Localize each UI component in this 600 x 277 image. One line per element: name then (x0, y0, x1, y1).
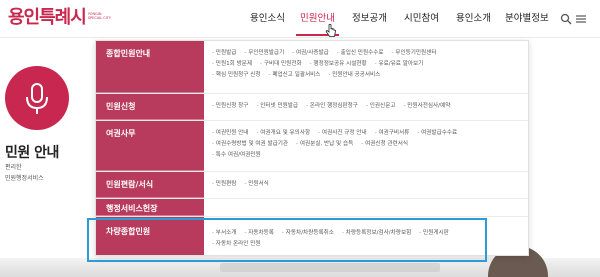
dropdown-link[interactable]: 여권민원 안내 (212, 128, 249, 136)
dropdown-link[interactable]: 민원신청 창구 (212, 101, 249, 109)
microphone-icon (26, 83, 48, 114)
dropdown-link[interactable]: 민원사전심사/예약 (404, 101, 450, 109)
dropdown-category-label: 민원편람/서식 (106, 180, 154, 189)
dropdown-link[interactable]: 여권발급수수료 (417, 128, 457, 136)
dropdown-row-application: 민원신청 민원신청 창구 인터넷 민원발급 온라인 행정심판청구 인권신문고 민… (96, 94, 528, 121)
dropdown-category-label: 민원신청 (106, 102, 136, 111)
dropdown-links: 민원편람 민원서식 (212, 177, 524, 188)
dropdown-row-handbook: 민원편람/서식 민원편람 민원서식 (96, 172, 528, 199)
dropdown-link[interactable]: 민원서식 (244, 179, 269, 187)
dropdown-link[interactable]: 행정정보공유 시설현황 (310, 59, 366, 67)
nav-item-participation[interactable]: 시민참여 (404, 0, 439, 38)
page-title: 민원 안내 (5, 145, 59, 161)
dropdown-link[interactable]: 인권신문고 (366, 101, 396, 109)
dropdown-category[interactable]: 민원신청 (96, 94, 204, 120)
microphone-badge (5, 66, 69, 130)
dropdown-link[interactable]: 민원편람 (212, 179, 237, 187)
dropdown-link[interactable]: 출입신 민원수수료 (337, 48, 384, 56)
nav-item-news[interactable]: 용인소식 (250, 0, 285, 38)
site-header: 용인특례시 YONGIN SPECIAL CITY 용인소식 민원안내 정보공개… (0, 0, 600, 38)
nav-item-fields[interactable]: 분야별정보 (505, 0, 549, 38)
dropdown-category[interactable]: 행정서비스헌장 (96, 199, 204, 216)
dropdown-category-label: 종합민원안내 (106, 49, 151, 58)
dropdown-links: 민원신청 창구 인터넷 민원발급 온라인 행정심판청구 인권신문고 민원사전심사… (212, 99, 524, 110)
dropdown-link[interactable]: 민원1회 방문제 (212, 59, 252, 67)
logo-subtitle: YONGIN SPECIAL CITY (87, 12, 112, 20)
dropdown-category[interactable]: 민원편람/서식 (96, 172, 204, 198)
site-logo[interactable]: 용인특례시 YONGIN SPECIAL CITY (8, 6, 114, 30)
dropdown-link[interactable]: 인터넷 민원발급 (256, 101, 298, 109)
dropdown-link[interactable]: 여권신청 관련서식 (361, 139, 408, 147)
dropdown-link[interactable]: 여권/사증발급 (292, 48, 329, 56)
dropdown-link[interactable]: 무인등기민원센터 (392, 48, 436, 56)
dropdown-row-general: 종합민원안내 민원발급 무인민원발급기 여권/사증발급 출입신 민원수수료 무인… (96, 41, 528, 94)
dropdown-link[interactable]: 민원안내 공공서비스 (328, 70, 380, 78)
logo-text: 용인특례시 (8, 7, 87, 28)
background-caption (220, 263, 440, 272)
page-description-line: 민원행정서비스 (5, 175, 44, 182)
page-description-line: 편리한 (5, 164, 22, 171)
search-icon[interactable] (560, 13, 572, 25)
dropdown-category-label: 여권사무 (106, 129, 136, 138)
dropdown-link[interactable]: 여권수령방법 및 여권 발급기관 (212, 139, 288, 147)
dropdown-link[interactable]: 여권구비서류 (375, 128, 409, 136)
dropdown-link[interactable]: 특수 여권/여권민원 (212, 150, 261, 158)
dropdown-links: 여권민원 안내 여권개요 및 유의사항 여권사진 규정 안내 여권구비서류 여권… (212, 126, 524, 159)
dropdown-links: 민원발급 무인민원발급기 여권/사증발급 출입신 민원수수료 무인등기민원센터 … (212, 46, 524, 79)
menu-icon[interactable] (575, 13, 587, 25)
dropdown-category[interactable]: 종합민원안내 (96, 41, 204, 93)
dropdown-row-charter: 행정서비스헌장 (96, 199, 528, 217)
dropdown-link[interactable]: 여권개요 및 유의사항 (256, 128, 310, 136)
dropdown-category[interactable]: 여권사무 (96, 121, 204, 171)
dropdown-category-label: 행정서비스헌장 (106, 204, 158, 213)
page-description: 편리한 민원행정서비스 (5, 162, 44, 184)
dropdown-link[interactable]: 유료/유료 알아보기 (375, 59, 423, 67)
mouse-cursor-icon (325, 24, 336, 37)
nav-item-about[interactable]: 용인소개 (456, 0, 491, 38)
dropdown-link[interactable]: 핵심 민원청구 신청 (212, 70, 261, 78)
dropdown-link[interactable]: 여권사진 규정 안내 (318, 128, 367, 136)
dropdown-link[interactable]: 여권분실, 반납 및 습득 (296, 139, 353, 147)
dropdown-link[interactable]: 민원발급 (212, 48, 237, 56)
dropdown-link[interactable]: 폐업신고 일괄서비스 (269, 70, 320, 78)
highlight-box (87, 218, 487, 262)
dropdown-link[interactable]: 구비대 민원전화 (260, 59, 302, 67)
dropdown-link[interactable]: 무인민원발급기 (244, 48, 284, 56)
dropdown-row-passport: 여권사무 여권민원 안내 여권개요 및 유의사항 여권사진 규정 안내 여권구비… (96, 121, 528, 172)
nav-item-information[interactable]: 정보공개 (352, 0, 387, 38)
dropdown-link[interactable]: 온라인 행정심판청구 (306, 101, 358, 109)
